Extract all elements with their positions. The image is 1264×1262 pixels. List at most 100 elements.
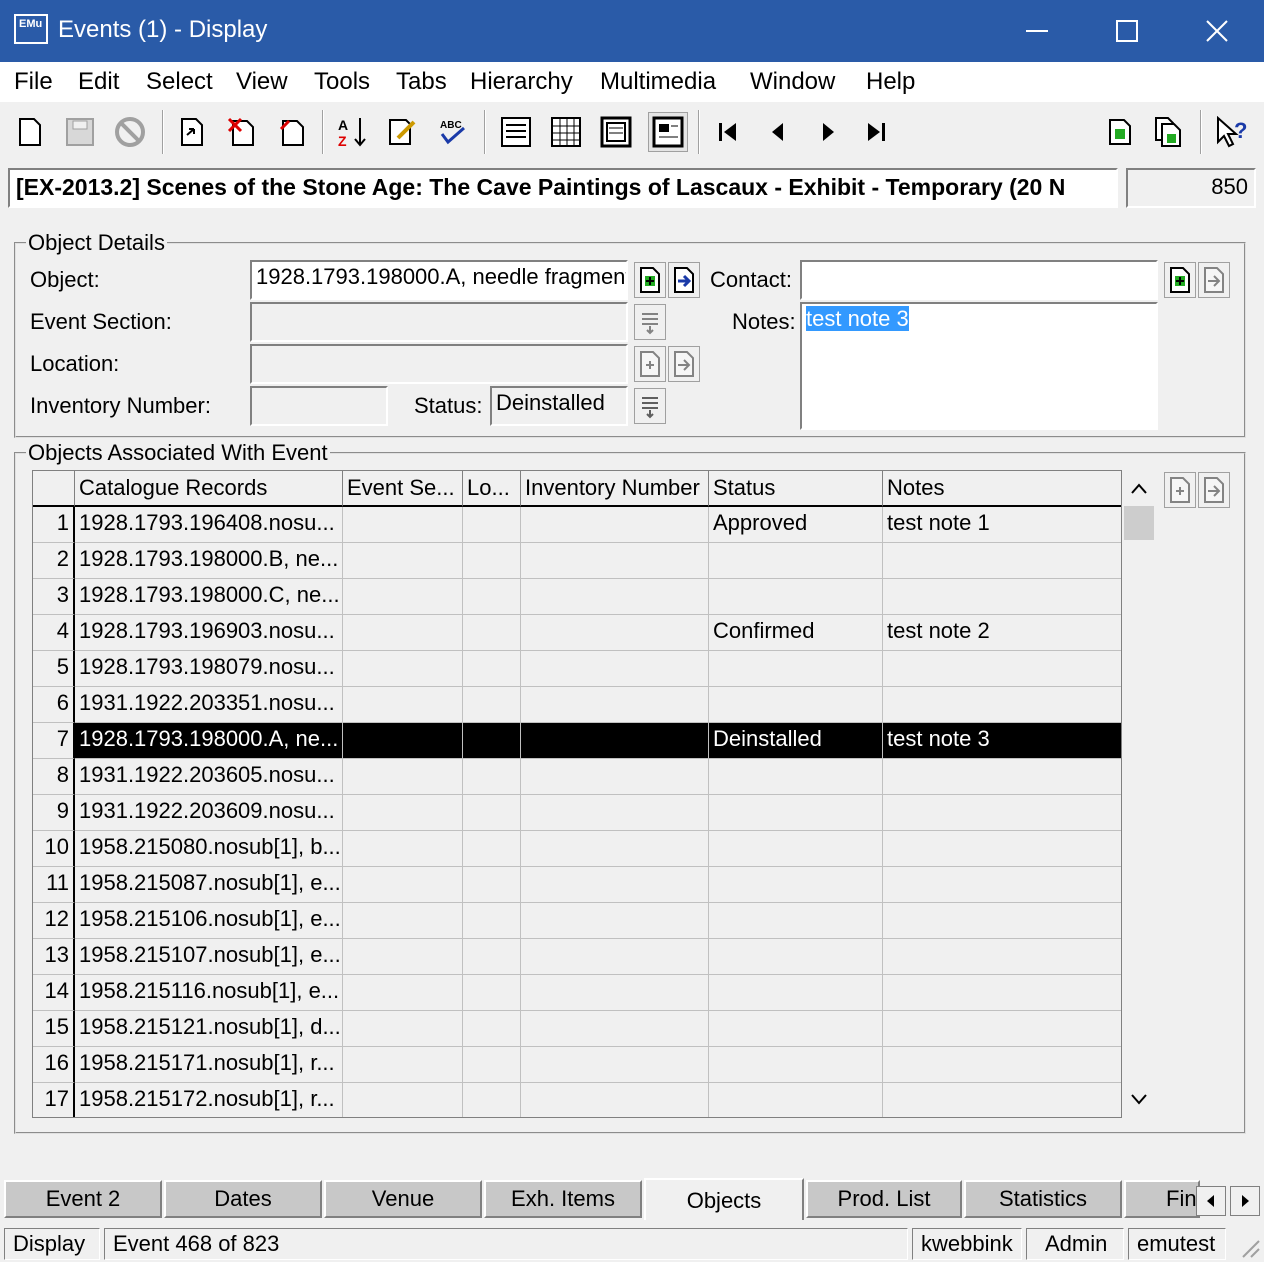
- row-number[interactable]: 15: [33, 1011, 75, 1047]
- row-number[interactable]: 14: [33, 975, 75, 1011]
- cell-notes[interactable]: [883, 867, 1121, 903]
- cell-location[interactable]: [463, 939, 521, 975]
- status-lookup-button[interactable]: [634, 388, 666, 424]
- delete-record-button[interactable]: [222, 112, 262, 152]
- cell-notes[interactable]: [883, 1047, 1121, 1083]
- cell-inventory-number[interactable]: [521, 795, 709, 831]
- cell-status[interactable]: [709, 759, 883, 795]
- cell-notes[interactable]: test note 1: [883, 507, 1121, 543]
- row-number[interactable]: 2: [33, 543, 75, 579]
- cell-event-section[interactable]: [343, 1047, 463, 1083]
- view-object-button[interactable]: [668, 262, 700, 298]
- cell-event-section[interactable]: [343, 651, 463, 687]
- resize-grip-icon[interactable]: [1238, 1236, 1260, 1258]
- cell-event-section[interactable]: [343, 831, 463, 867]
- cell-location[interactable]: [463, 651, 521, 687]
- save-button[interactable]: [60, 112, 100, 152]
- app-icon[interactable]: EMu: [14, 14, 48, 44]
- minimize-button[interactable]: [992, 0, 1082, 62]
- attach-contact-button[interactable]: [1164, 262, 1196, 298]
- cell-catalogue[interactable]: 1931.1922.203605.nosu...: [75, 759, 343, 795]
- cell-catalogue[interactable]: 1958.215116.nosub[1], e...: [75, 975, 343, 1011]
- cell-location[interactable]: [463, 867, 521, 903]
- cell-inventory-number[interactable]: [521, 759, 709, 795]
- close-button[interactable]: [1172, 0, 1262, 62]
- column-header-event-section[interactable]: Event Se...: [343, 471, 463, 507]
- cell-catalogue[interactable]: 1958.215106.nosub[1], e...: [75, 903, 343, 939]
- attach-button[interactable]: [1100, 112, 1140, 152]
- tab-fin[interactable]: Fin: [1124, 1180, 1200, 1218]
- cell-event-section[interactable]: [343, 723, 463, 759]
- tab-statistics[interactable]: Statistics: [964, 1180, 1122, 1218]
- cell-catalogue[interactable]: 1928.1793.196408.nosu...: [75, 507, 343, 543]
- cell-location[interactable]: [463, 975, 521, 1011]
- attach-object-button[interactable]: [634, 262, 666, 298]
- tab-objects[interactable]: Objects: [644, 1178, 804, 1220]
- cell-inventory-number[interactable]: [521, 723, 709, 759]
- inventory-number-field[interactable]: [250, 386, 388, 426]
- next-record-button[interactable]: [808, 112, 848, 152]
- cell-status[interactable]: [709, 651, 883, 687]
- cell-notes[interactable]: [883, 903, 1121, 939]
- first-record-button[interactable]: [708, 112, 748, 152]
- cell-inventory-number[interactable]: [521, 1083, 709, 1117]
- menu-tools[interactable]: Tools: [314, 68, 370, 96]
- cell-inventory-number[interactable]: [521, 543, 709, 579]
- cell-inventory-number[interactable]: [521, 831, 709, 867]
- cell-status[interactable]: [709, 795, 883, 831]
- sort-button[interactable]: AZ: [332, 112, 372, 152]
- cell-location[interactable]: [463, 759, 521, 795]
- cell-catalogue[interactable]: 1958.215080.nosub[1], b...: [75, 831, 343, 867]
- row-number[interactable]: 1: [33, 507, 75, 543]
- attach-location-button[interactable]: [634, 346, 666, 382]
- tab-exh-items[interactable]: Exh. Items: [484, 1180, 642, 1218]
- column-header-notes[interactable]: Notes: [883, 471, 1121, 507]
- cell-status[interactable]: [709, 831, 883, 867]
- cell-status[interactable]: [709, 939, 883, 975]
- menu-multimedia[interactable]: Multimedia: [600, 68, 716, 96]
- menu-help[interactable]: Help: [866, 68, 915, 96]
- cell-status[interactable]: [709, 867, 883, 903]
- last-record-button[interactable]: [856, 112, 896, 152]
- cell-catalogue[interactable]: 1928.1793.198000.C, ne...: [75, 579, 343, 615]
- cell-notes[interactable]: [883, 651, 1121, 687]
- menu-window[interactable]: Window: [750, 68, 835, 96]
- row-number[interactable]: 5: [33, 651, 75, 687]
- row-number[interactable]: 8: [33, 759, 75, 795]
- cell-status[interactable]: [709, 1011, 883, 1047]
- cell-event-section[interactable]: [343, 579, 463, 615]
- cell-status[interactable]: [709, 1083, 883, 1117]
- cell-catalogue[interactable]: 1931.1922.203609.nosu...: [75, 795, 343, 831]
- column-header-catalogue[interactable]: Catalogue Records: [75, 471, 343, 507]
- cell-catalogue[interactable]: 1958.215121.nosub[1], d...: [75, 1011, 343, 1047]
- details-view-button[interactable]: [496, 112, 536, 152]
- cell-event-section[interactable]: [343, 543, 463, 579]
- cell-catalogue[interactable]: 1928.1793.198000.B, ne...: [75, 543, 343, 579]
- row-number[interactable]: 17: [33, 1083, 75, 1117]
- row-number[interactable]: 11: [33, 867, 75, 903]
- cell-location[interactable]: [463, 543, 521, 579]
- cell-catalogue[interactable]: 1928.1793.198079.nosu...: [75, 651, 343, 687]
- cell-inventory-number[interactable]: [521, 615, 709, 651]
- cell-event-section[interactable]: [343, 615, 463, 651]
- cell-catalogue[interactable]: 1958.215171.nosub[1], r...: [75, 1047, 343, 1083]
- grid-scrollbar[interactable]: [1122, 470, 1156, 1118]
- row-number[interactable]: 4: [33, 615, 75, 651]
- cell-status[interactable]: [709, 975, 883, 1011]
- cell-notes[interactable]: [883, 1083, 1121, 1117]
- cell-catalogue[interactable]: 1928.1793.196903.nosu...: [75, 615, 343, 651]
- cell-catalogue[interactable]: 1928.1793.198000.A, ne...: [75, 723, 343, 759]
- cell-catalogue[interactable]: 1958.215172.nosub[1], r...: [75, 1083, 343, 1117]
- page-view-button[interactable]: [596, 112, 636, 152]
- cell-event-section[interactable]: [343, 507, 463, 543]
- maximize-button[interactable]: [1082, 0, 1172, 62]
- menu-tabs[interactable]: Tabs: [396, 68, 447, 96]
- cell-status[interactable]: Deinstalled: [709, 723, 883, 759]
- row-number[interactable]: 6: [33, 687, 75, 723]
- cell-inventory-number[interactable]: [521, 651, 709, 687]
- cell-location[interactable]: [463, 1083, 521, 1117]
- cell-location[interactable]: [463, 615, 521, 651]
- menu-select[interactable]: Select: [146, 68, 213, 96]
- view-grid-object-button[interactable]: [1198, 472, 1230, 508]
- chevron-down-icon[interactable]: [1129, 1092, 1149, 1108]
